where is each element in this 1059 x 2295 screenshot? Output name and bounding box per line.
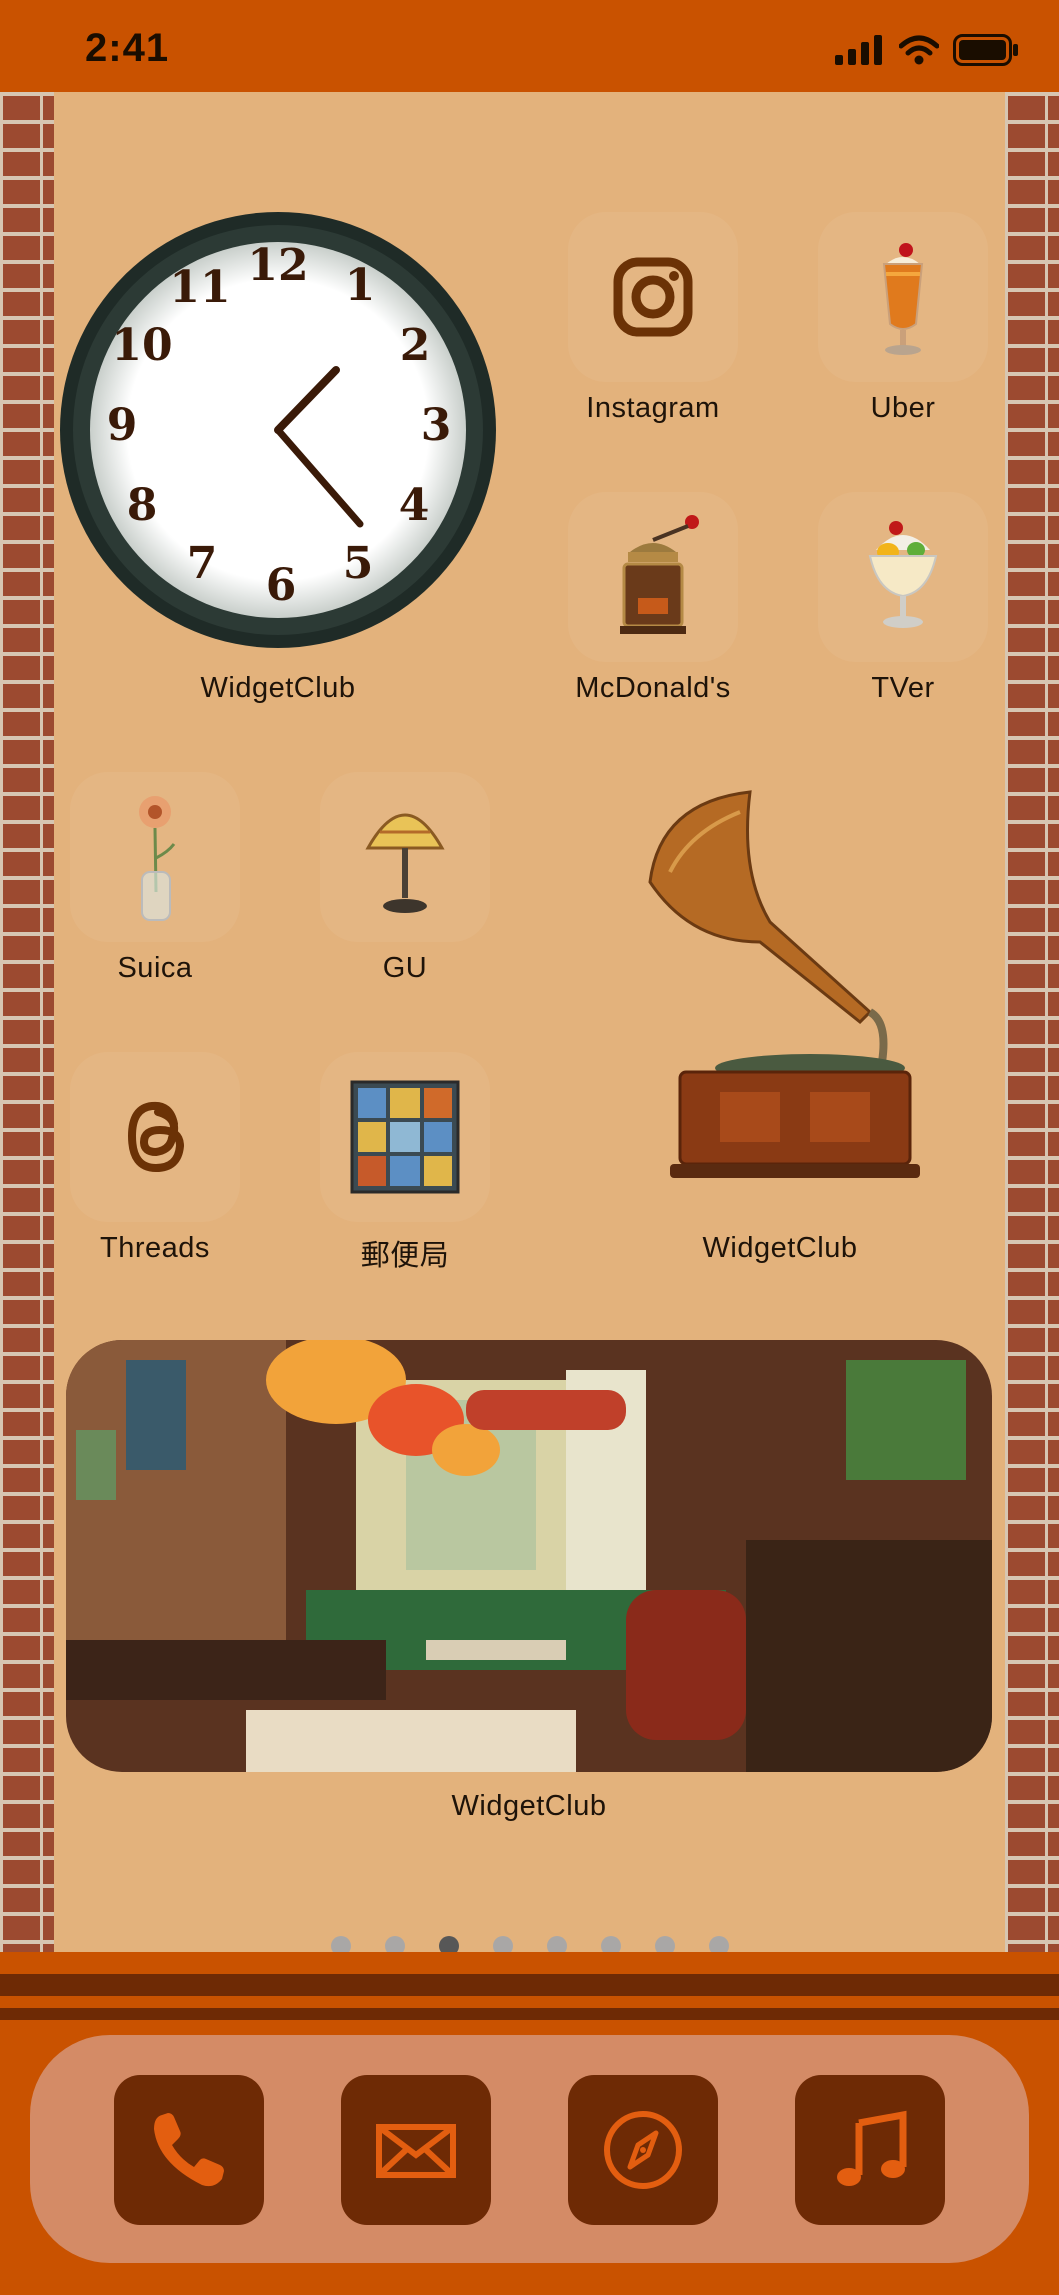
dock [30, 2035, 1029, 2263]
gramophone-icon [648, 790, 920, 1178]
parfait-icon [868, 521, 938, 628]
uber-label: Uber [870, 392, 936, 424]
yubinkyoku-label: 郵便局 [360, 1240, 450, 1272]
status-time: 2:41 [85, 26, 170, 70]
clock-number-8: 8 [127, 480, 158, 531]
wifi-icon [899, 35, 939, 65]
instagram-app[interactable] [568, 212, 738, 382]
stripe [0, 2008, 1059, 2020]
instagram-label: Instagram [586, 392, 720, 424]
gramophone-widget[interactable] [570, 772, 990, 1212]
music-app[interactable] [795, 2075, 945, 2225]
mail-app[interactable] [341, 2075, 491, 2225]
gu-app[interactable] [320, 772, 490, 942]
mcdonalds-label: McDonald's [575, 672, 731, 704]
safari-app[interactable] [568, 2075, 718, 2225]
clock-number-3: 3 [421, 400, 452, 451]
phone-app[interactable] [114, 2075, 264, 2225]
gu-label: GU [382, 952, 428, 984]
brick-wall-left [0, 92, 54, 1952]
cellular-signal-icon [835, 35, 882, 65]
suica-app[interactable] [70, 772, 240, 942]
yubinkyoku-app[interactable] [320, 1052, 490, 1222]
battery-icon [953, 34, 1018, 66]
music-note-icon [837, 2110, 907, 2186]
clock-number-6: 6 [266, 560, 297, 611]
clock-widget[interactable]: 12 1 2 3 4 5 6 7 8 9 10 11 [58, 210, 498, 650]
clock-number-4: 4 [399, 480, 430, 531]
clock-number-11: 11 [169, 262, 230, 313]
stripe [0, 1996, 1059, 2008]
clock-number-10: 10 [111, 320, 172, 371]
diner-photo [66, 1340, 992, 1772]
photo-widget-label: WidgetClub [451, 1790, 607, 1822]
stained-glass-icon [350, 1080, 460, 1194]
clock-number-9: 9 [107, 400, 138, 451]
flower-vase-icon [139, 796, 176, 921]
threads-app[interactable] [70, 1052, 240, 1222]
instagram-icon [613, 257, 693, 337]
clock-number-7: 7 [187, 538, 218, 589]
photo-widget[interactable] [66, 1340, 992, 1772]
suica-label: Suica [117, 952, 193, 984]
lamp-icon [365, 813, 445, 913]
threads-label: Threads [100, 1232, 210, 1264]
mail-icon [376, 2124, 456, 2178]
clock-number-12: 12 [247, 240, 308, 291]
stripe [0, 1974, 1059, 1996]
coffee-grinder-icon [620, 515, 699, 634]
mcdonalds-app[interactable] [568, 492, 738, 662]
iced-drink-icon [882, 243, 924, 355]
clock-number-2: 2 [400, 320, 431, 371]
analog-clock: 12 1 2 3 4 5 6 7 8 9 10 11 [60, 212, 496, 648]
uber-app[interactable] [818, 212, 988, 382]
compass-icon [604, 2111, 682, 2189]
clock-widget-label: WidgetClub [200, 672, 356, 704]
tver-label: TVer [871, 672, 935, 704]
stripe [0, 1952, 1059, 1974]
threads-icon [128, 1101, 184, 1172]
clock-number-1: 1 [345, 260, 376, 311]
tver-app[interactable] [818, 492, 988, 662]
phone-icon [154, 2113, 224, 2187]
gramophone-widget-label: WidgetClub [702, 1232, 858, 1264]
status-bar: 2:41 [0, 0, 1059, 92]
brick-wall-right [1005, 92, 1059, 1952]
clock-number-5: 5 [343, 538, 374, 589]
